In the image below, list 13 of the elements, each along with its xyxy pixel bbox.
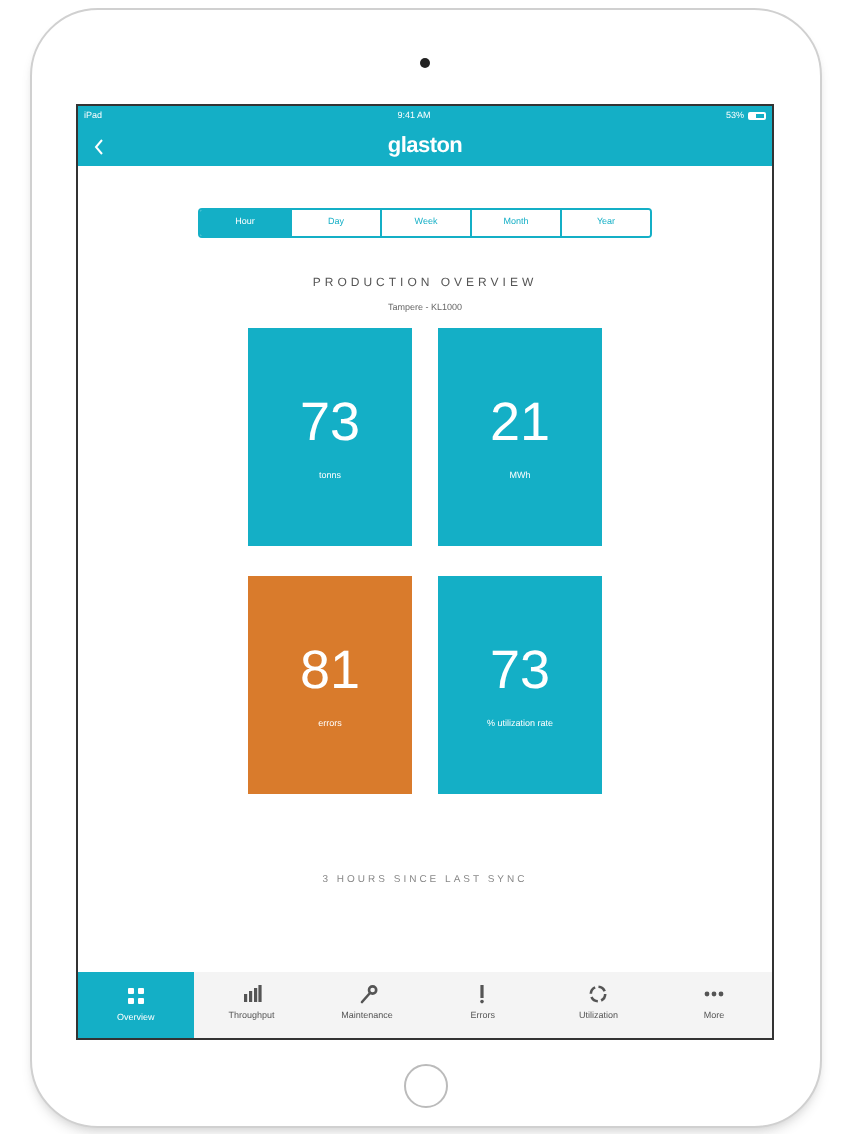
- grid-icon: [125, 986, 146, 1007]
- refresh-ring-icon: [588, 984, 609, 1005]
- metric-value: 73: [489, 644, 551, 699]
- metric-value: 73: [299, 396, 361, 451]
- wrench-icon: [357, 984, 378, 1005]
- metric-value: 21: [489, 396, 551, 451]
- camera-icon: [420, 57, 430, 67]
- metric-value: 81: [299, 644, 361, 699]
- back-icon[interactable]: [94, 137, 104, 155]
- app-logo: glaston: [387, 131, 463, 162]
- battery-icon: [747, 112, 766, 120]
- home-button[interactable]: [403, 1063, 447, 1107]
- bar-chart-icon: [241, 984, 262, 1005]
